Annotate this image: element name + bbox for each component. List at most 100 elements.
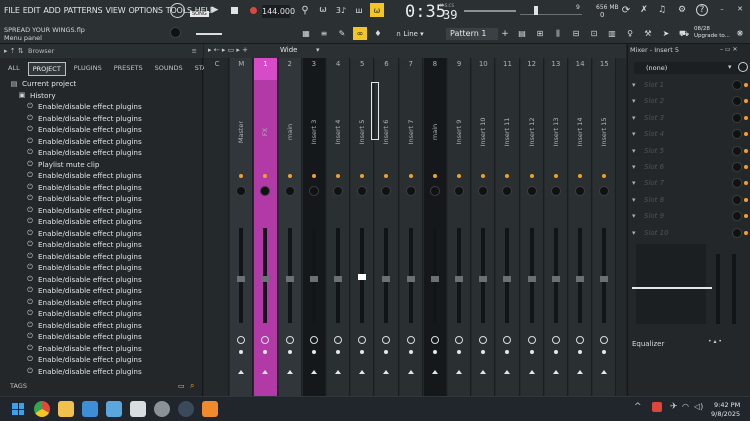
route-arrow-icon[interactable] xyxy=(528,370,535,374)
send-led[interactable] xyxy=(578,350,583,354)
add-pattern-icon[interactable]: + xyxy=(500,28,510,39)
slot-dropdown-icon[interactable]: ▾ xyxy=(632,94,636,108)
strip-led[interactable] xyxy=(505,174,510,178)
close-window-icon[interactable]: ✕ xyxy=(736,4,744,14)
input-clock-icon[interactable] xyxy=(738,62,748,72)
master-volume-slider[interactable] xyxy=(520,4,582,16)
mixer-strip-14[interactable]: 14 Insert 14 xyxy=(569,58,593,396)
strip-led[interactable] xyxy=(578,174,583,178)
route-button[interactable] xyxy=(309,336,318,344)
mixer-strip-11[interactable]: 11 Insert 11 xyxy=(496,58,520,396)
history-item[interactable]: ⏻ Enable/disable effect plugins xyxy=(0,308,200,320)
mixer-strip-7[interactable]: 7 Insert 7 xyxy=(399,58,423,396)
slot-mix-knob[interactable] xyxy=(732,162,742,172)
pan-knob[interactable] xyxy=(575,186,586,196)
tag-search-icon[interactable]: ⌕ xyxy=(190,381,194,391)
route-arrow-icon[interactable] xyxy=(286,370,293,374)
tag-folder-icon[interactable]: ▭ xyxy=(178,382,185,390)
slot-enable-led[interactable] xyxy=(744,197,748,202)
insert-stereo-separation[interactable] xyxy=(636,244,706,324)
fader-cap[interactable] xyxy=(237,276,246,282)
browser-toggle-icon[interactable]: ⊡ xyxy=(588,28,600,39)
tree-history-folder[interactable]: ▣ History xyxy=(0,90,200,102)
slot-dropdown-icon[interactable]: ▾ xyxy=(632,160,636,174)
insert-panel-window-icons[interactable]: – ▭ ✕ xyxy=(720,46,738,53)
route-button[interactable] xyxy=(600,336,609,344)
route-button[interactable] xyxy=(455,336,464,344)
history-item[interactable]: ⏻ Enable/disable effect plugins xyxy=(0,124,200,136)
effect-slot-9[interactable]: ▾ Slot 9 xyxy=(632,209,748,223)
eq-controls-icon[interactable]: • ▴ • xyxy=(708,338,722,345)
history-item[interactable]: ⏻ Enable/disable effect plugins xyxy=(0,331,200,343)
send-led[interactable] xyxy=(529,350,534,354)
strip-led[interactable] xyxy=(360,174,365,178)
channel-rack-icon[interactable]: ≡ xyxy=(318,28,330,39)
history-item[interactable]: ⏻ Enable/disable effect plugins xyxy=(0,239,200,251)
route-arrow-icon[interactable] xyxy=(310,370,317,374)
slot-dropdown-icon[interactable]: ▾ xyxy=(632,78,636,92)
help-icon[interactable]: ? xyxy=(696,4,708,16)
pan-knob[interactable] xyxy=(381,186,392,196)
effect-slot-7[interactable]: ▾ Slot 7 xyxy=(632,176,748,190)
fader-cap[interactable] xyxy=(455,276,464,282)
fader-cap[interactable] xyxy=(382,276,391,282)
slot-enable-led[interactable] xyxy=(744,165,748,169)
loop-record-icon[interactable]: ω xyxy=(370,3,384,17)
history-item[interactable]: ⏻ Enable/disable effect plugins xyxy=(0,170,200,182)
effect-slot-10[interactable]: ▾ Slot 10 xyxy=(632,226,748,240)
slot-enable-led[interactable] xyxy=(744,83,748,87)
slot-dropdown-icon[interactable]: ▾ xyxy=(632,144,636,158)
route-button[interactable] xyxy=(551,336,560,344)
menu-view[interactable]: VIEW xyxy=(105,6,125,15)
send-led[interactable] xyxy=(481,350,486,354)
history-item[interactable]: ⏻ Enable/disable effect plugins xyxy=(0,354,200,366)
tray-volume-icon[interactable]: ◁) xyxy=(694,402,703,411)
history-item[interactable]: ⏻ Enable/disable effect plugins xyxy=(0,205,200,217)
file-explorer-icon[interactable] xyxy=(58,401,74,417)
route-arrow-icon[interactable] xyxy=(262,370,269,374)
chrome-icon[interactable] xyxy=(34,401,50,417)
microphone-icon[interactable]: ♫ xyxy=(656,4,668,16)
history-item[interactable]: ⏻ Enable/disable effect plugins xyxy=(0,297,200,309)
route-button[interactable] xyxy=(285,336,294,344)
mixer-nav-icon[interactable]: ▸ ⇠ ▸ ▭ ▸ + xyxy=(208,46,248,54)
strip-led[interactable] xyxy=(311,174,316,178)
slot-enable-led[interactable] xyxy=(744,148,748,153)
blend-notes-icon[interactable]: ш xyxy=(352,4,366,16)
fl-studio-taskbar-icon[interactable] xyxy=(202,401,218,417)
send-led[interactable] xyxy=(432,350,437,354)
slot-mix-knob[interactable] xyxy=(732,80,742,90)
slot-enable-led[interactable] xyxy=(744,230,748,235)
send-led[interactable] xyxy=(457,350,462,354)
history-item[interactable]: ⏻ Enable/disable effect plugins xyxy=(0,228,200,240)
system-clock[interactable]: 9:42 PM 9/8/2025 xyxy=(711,401,740,419)
history-item[interactable]: ⏻ Enable/disable effect plugins xyxy=(0,193,200,205)
send-led[interactable] xyxy=(384,350,389,354)
effect-slot-8[interactable]: ▾ Slot 8 xyxy=(632,193,748,207)
mixer-strip-12[interactable]: 12 Insert 12 xyxy=(520,58,544,396)
send-led[interactable] xyxy=(553,350,558,354)
route-arrow-icon[interactable] xyxy=(504,370,511,374)
menu-add[interactable]: ADD xyxy=(43,6,60,15)
pan-knob[interactable] xyxy=(454,186,465,196)
route-arrow-icon[interactable] xyxy=(480,370,487,374)
slot-enable-led[interactable] xyxy=(744,214,748,219)
browser-menu-icon[interactable]: ≡ xyxy=(192,44,197,58)
slot-enable-led[interactable] xyxy=(744,181,748,186)
photos-icon[interactable] xyxy=(106,401,122,417)
mixer-view-dropdown-icon[interactable]: ▾ xyxy=(316,46,320,54)
song-mode-label[interactable]: SONG xyxy=(190,11,209,17)
news-icon[interactable]: ❋ xyxy=(734,28,746,39)
route-button[interactable] xyxy=(334,336,343,344)
pattern-selector[interactable]: Pattern 1 xyxy=(446,28,498,40)
history-item[interactable]: ⏻ Enable/disable effect plugins xyxy=(0,182,200,194)
route-button[interactable] xyxy=(503,336,512,344)
effect-slot-5[interactable]: ▾ Slot 5 xyxy=(632,144,748,158)
menu-options[interactable]: OPTIONS xyxy=(128,6,163,15)
effect-slot-6[interactable]: ▾ Slot 6 xyxy=(632,160,748,174)
history-item[interactable]: ⏻ Enable/disable effect plugins xyxy=(0,101,200,113)
history-item[interactable]: ⏻ Enable/disable effect plugins xyxy=(0,136,200,148)
record-button[interactable] xyxy=(248,5,258,15)
slot-mix-knob[interactable] xyxy=(732,145,742,156)
route-button[interactable] xyxy=(261,336,270,344)
